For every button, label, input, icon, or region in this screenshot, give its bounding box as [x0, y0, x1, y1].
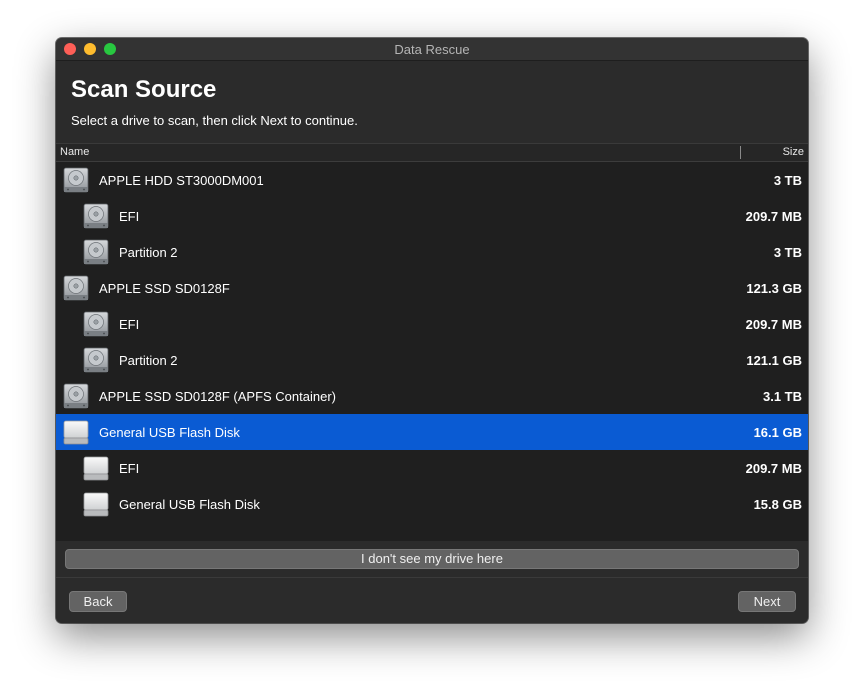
drive-row[interactable]: EFI 209.7 MB — [56, 198, 808, 234]
footer: Back Next — [56, 578, 808, 623]
drive-row[interactable]: APPLE HDD ST3000DM001 3 TB — [56, 162, 808, 198]
drive-name: APPLE SSD SD0128F — [99, 281, 230, 296]
page-title: Scan Source — [71, 76, 217, 103]
column-header-size[interactable]: Size — [783, 146, 804, 158]
page-header: Scan Source Select a drive to scan, then… — [56, 61, 808, 142]
drive-name: General USB Flash Disk — [119, 497, 260, 512]
back-button[interactable]: Back — [69, 591, 127, 612]
drive-size: 209.7 MB — [745, 209, 802, 224]
drive-size: 15.8 GB — [753, 497, 802, 512]
missing-drive-bar: I don't see my drive here — [56, 541, 808, 578]
drive-row[interactable]: General USB Flash Disk 15.8 GB — [56, 486, 808, 522]
drive-name: Partition 2 — [119, 353, 178, 368]
drive-name: EFI — [119, 209, 140, 224]
internal-drive-icon — [82, 310, 110, 338]
drive-name: APPLE SSD SD0128F (APFS Container) — [99, 389, 336, 404]
drive-name: APPLE HDD ST3000DM001 — [99, 173, 264, 188]
drive-row[interactable]: Partition 2 3 TB — [56, 234, 808, 270]
drive-size: 209.7 MB — [745, 461, 802, 476]
drive-rows: APPLE HDD ST3000DM001 3 TB EFI 209.7 MB Part… — [56, 162, 808, 522]
drive-name: EFI — [119, 317, 140, 332]
internal-drive-icon — [62, 382, 90, 410]
drive-size: 16.1 GB — [753, 425, 802, 440]
column-header-name[interactable]: Name — [60, 146, 89, 158]
drive-size: 121.3 GB — [746, 281, 802, 296]
list-header: Name Size — [56, 144, 808, 162]
drive-not-listed-button[interactable]: I don't see my drive here — [65, 549, 799, 569]
drive-name: EFI — [119, 461, 140, 476]
drive-row[interactable]: EFI 209.7 MB — [56, 450, 808, 486]
drive-size: 121.1 GB — [746, 353, 802, 368]
internal-drive-icon — [62, 166, 90, 194]
column-divider[interactable] — [740, 146, 741, 159]
drive-row[interactable]: Partition 2 121.1 GB — [56, 342, 808, 378]
title-bar: Data Rescue — [56, 38, 808, 61]
drive-row[interactable]: APPLE SSD SD0128F (APFS Container) 3.1 TB — [56, 378, 808, 414]
drive-size: 3 TB — [773, 173, 802, 188]
app-window: Data Rescue Scan Source Select a drive t… — [56, 38, 808, 623]
internal-drive-icon — [82, 238, 110, 266]
page-subtitle: Select a drive to scan, then click Next … — [71, 113, 358, 128]
drive-name: General USB Flash Disk — [99, 425, 240, 440]
drive-size: 3 TB — [773, 245, 802, 260]
internal-drive-icon — [82, 346, 110, 374]
drive-row[interactable]: General USB Flash Disk 16.1 GB — [56, 414, 808, 450]
drive-size: 3.1 TB — [762, 389, 802, 404]
internal-drive-icon — [82, 202, 110, 230]
external-drive-icon — [82, 490, 110, 518]
external-drive-icon — [82, 454, 110, 482]
drive-list: Name Size APPLE HDD ST3000DM001 3 TB EFI 20… — [56, 143, 808, 542]
next-button[interactable]: Next — [738, 591, 796, 612]
drive-row[interactable]: EFI 209.7 MB — [56, 306, 808, 342]
internal-drive-icon — [62, 274, 90, 302]
window-title: Data Rescue — [394, 42, 470, 57]
drive-size: 209.7 MB — [745, 317, 802, 332]
drive-row[interactable]: APPLE SSD SD0128F 121.3 GB — [56, 270, 808, 306]
drive-name: Partition 2 — [119, 245, 178, 260]
external-drive-icon — [62, 418, 90, 446]
